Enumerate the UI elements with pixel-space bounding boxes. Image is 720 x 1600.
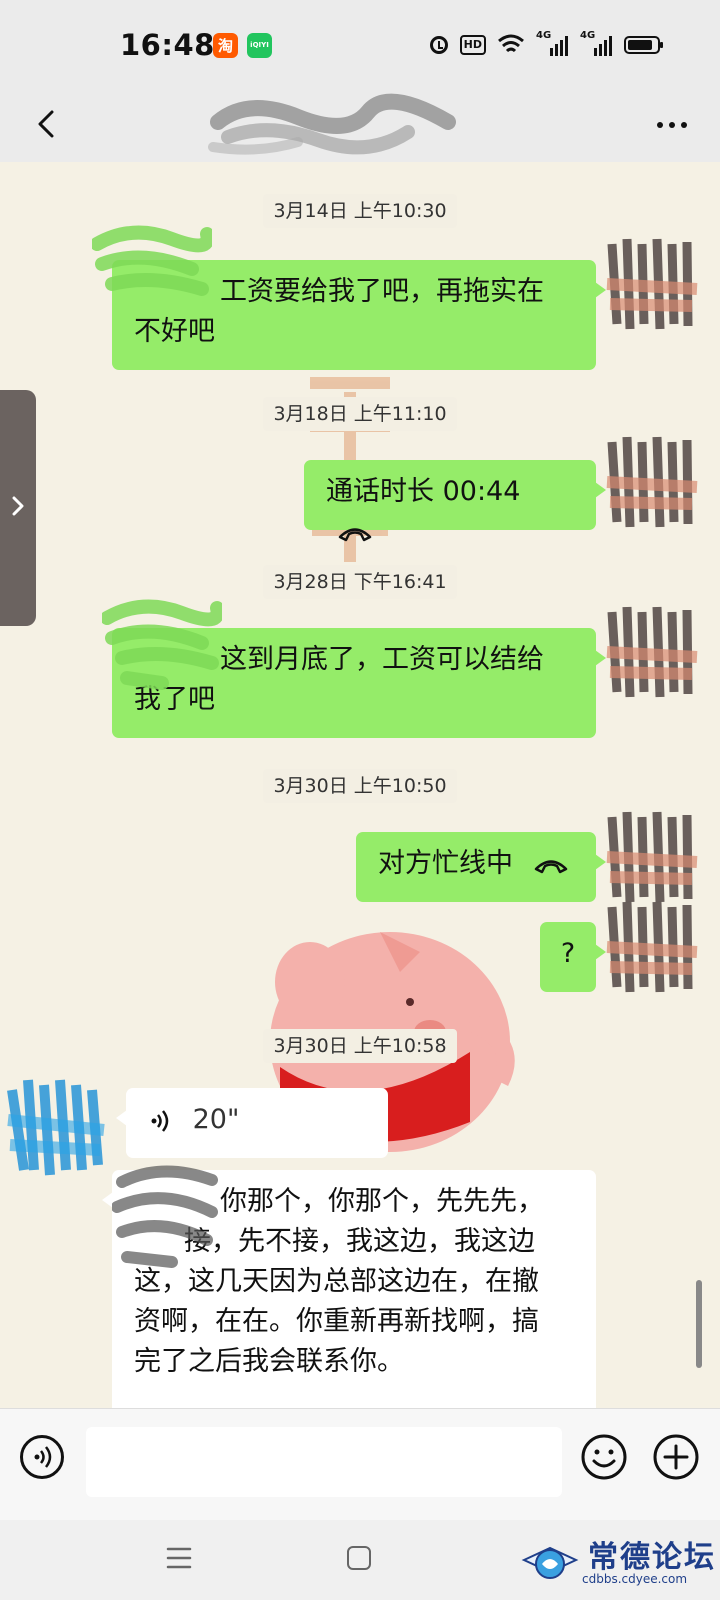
voice-message-bubble[interactable]: 20" — [116, 1088, 388, 1158]
status-time: 16:48 — [120, 28, 215, 62]
message-timestamp: 3月30日 上午10:50 — [0, 769, 720, 803]
message-timestamp: 3月28日 下午16:41 — [0, 565, 720, 599]
voice-duration: 20" — [192, 1104, 240, 1135]
user-avatar[interactable] — [602, 432, 698, 532]
network-label: 4G — [580, 30, 596, 41]
taobao-app-icon: 淘 — [213, 33, 238, 58]
user-avatar[interactable] — [602, 807, 698, 907]
status-bar: 16:48 淘 iQIYI HD 4G 4G — [0, 0, 720, 92]
contact-avatar[interactable] — [4, 1070, 108, 1178]
network-label: 4G — [536, 30, 552, 41]
outgoing-message-bubble[interactable]: ? — [540, 922, 606, 992]
transcription-line: 完了之后我会联系你。 — [134, 1346, 404, 1377]
home-icon[interactable] — [347, 1546, 371, 1570]
message-timestamp: 3月14日 上午10:30 — [0, 194, 720, 228]
more-dots-icon[interactable] — [652, 110, 692, 140]
watermark-url: cdbbs.cdyee.com — [582, 1572, 688, 1586]
redaction-scribble — [102, 599, 222, 690]
battery-icon — [624, 36, 663, 54]
hd-icon: HD — [459, 35, 486, 55]
voice-wave-icon — [151, 1109, 169, 1132]
menu-icon[interactable] — [166, 1546, 192, 1570]
call-record-bubble[interactable]: 通话时长 00:44 — [304, 460, 606, 541]
message-text: ? — [560, 938, 576, 969]
call-duration-text: 通话时长 00:44 — [326, 476, 521, 507]
redaction-scribble — [112, 1165, 218, 1268]
signal-4g-icon: 4G — [536, 30, 568, 56]
user-avatar[interactable] — [602, 602, 698, 702]
phone-hangup-icon — [534, 859, 567, 873]
status-icons: HD 4G 4G — [429, 30, 663, 60]
system-navigation-bar: 常德论坛 cdbbs.cdyee.com — [0, 1520, 720, 1600]
user-avatar[interactable] — [602, 234, 698, 334]
watermark-logo — [521, 1546, 579, 1579]
alarm-icon — [429, 36, 448, 54]
chat-header — [0, 92, 720, 162]
message-timestamp: 3月30日 上午10:58 — [0, 1029, 720, 1063]
call-record-bubble[interactable]: 对方忙线中 — [356, 832, 606, 902]
timestamp-text: 3月14日 上午10:30 — [263, 194, 457, 228]
svg-text:淘: 淘 — [217, 37, 233, 55]
emoji-icon[interactable] — [580, 1433, 628, 1481]
wifi-icon — [498, 34, 524, 53]
message-timestamp: 3月18日 上午11:10 — [0, 397, 720, 431]
battery-fill — [628, 40, 652, 50]
contact-name-redacted — [208, 93, 456, 155]
timestamp-text: 3月30日 上午10:58 — [263, 1029, 457, 1063]
chat-area[interactable]: 2019 3月14日 上午10:30 工资要给我了吧，再拖实在 不好吧 3月18… — [0, 162, 720, 1408]
iqiyi-app-icon: iQIYI — [247, 33, 272, 58]
site-watermark: 常德论坛 cdbbs.cdyee.com — [520, 1528, 720, 1594]
timestamp-text: 3月30日 上午10:50 — [263, 769, 457, 803]
user-avatar[interactable] — [602, 897, 698, 997]
side-drawer-tab[interactable] — [0, 390, 36, 626]
message-input[interactable] — [86, 1427, 562, 1497]
voice-toggle-icon[interactable] — [20, 1435, 64, 1479]
redaction-scribble — [92, 225, 212, 296]
plus-icon[interactable] — [652, 1433, 700, 1481]
scrollbar-thumb[interactable] — [696, 1280, 702, 1368]
phone-hangup-icon — [338, 527, 372, 541]
signal-4g-icon: 4G — [580, 30, 612, 56]
watermark-title: 常德论坛 — [588, 1540, 716, 1575]
call-status-text: 对方忙线中 — [378, 848, 513, 879]
chevron-right-icon — [12, 496, 24, 516]
transcription-line: 资啊，在在。你重新再新找啊，搞 — [134, 1306, 539, 1337]
timestamp-text: 3月28日 下午16:41 — [263, 565, 457, 599]
message-text-line: 不好吧 — [134, 316, 215, 347]
message-input-bar — [0, 1408, 720, 1521]
timestamp-text: 3月18日 上午11:10 — [263, 397, 457, 431]
chevron-left-icon[interactable] — [30, 106, 66, 142]
